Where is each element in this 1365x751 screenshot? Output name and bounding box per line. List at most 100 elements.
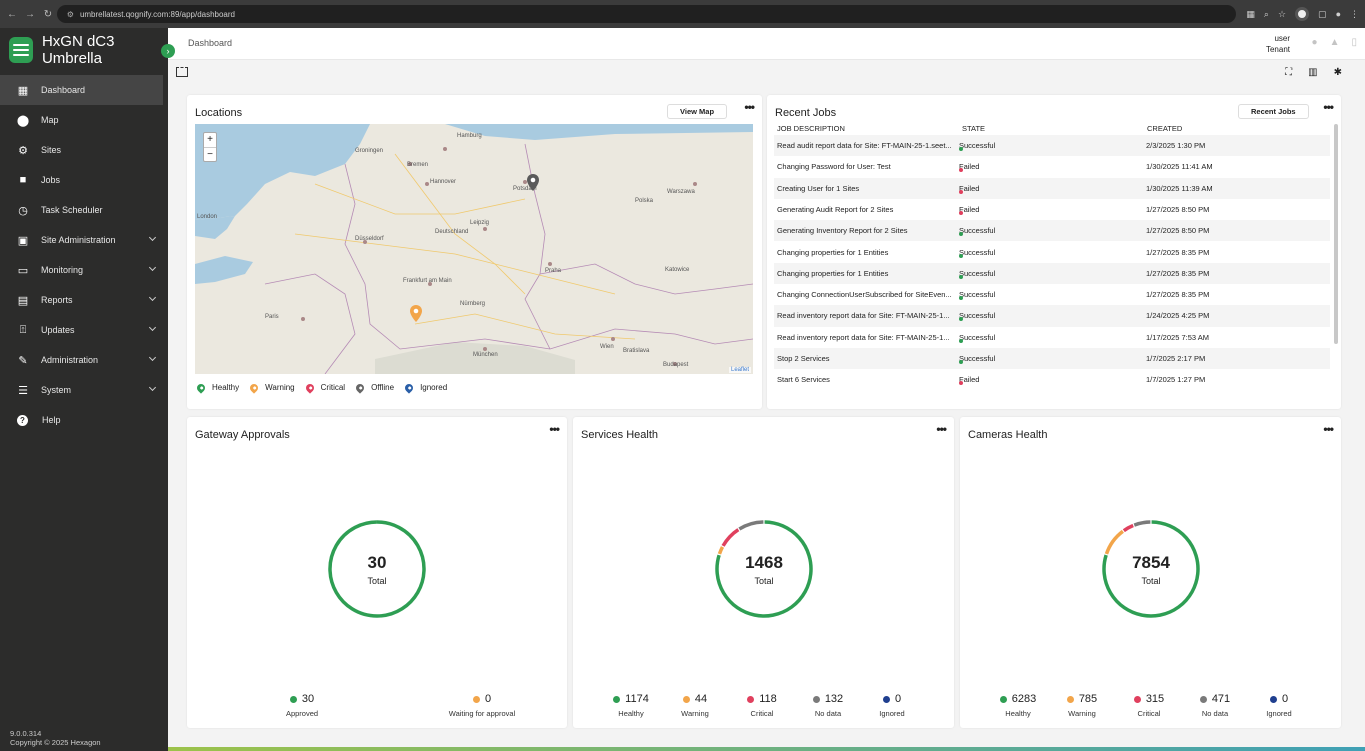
zoom-in-button[interactable]: + <box>204 133 216 147</box>
stat-value-row: 0 <box>1249 693 1309 705</box>
zoom-out-button[interactable]: − <box>204 147 216 161</box>
cameras-stat-healthy[interactable]: 6283 Healthy <box>988 693 1048 718</box>
sidebar-item-jobs[interactable]: ■ Jobs <box>0 165 168 195</box>
reload-icon[interactable]: ↻ <box>42 9 54 20</box>
cameras-more-icon[interactable]: ••• <box>1323 422 1334 436</box>
column-header-state[interactable]: STATE <box>962 124 985 133</box>
layout-icon[interactable]: ▥ <box>1308 67 1317 78</box>
sidebar-item-help[interactable]: ? Help <box>0 405 168 435</box>
column-header-description[interactable]: JOB DESCRIPTION <box>777 124 845 133</box>
sidebar-item-map[interactable]: ⬤ Map <box>0 105 168 135</box>
sidebar-item-site-administration[interactable]: ▣ Site Administration <box>0 225 168 255</box>
briefcase-icon: ■ <box>19 174 27 186</box>
cameras-stat-no-data[interactable]: 471 No data <box>1185 693 1245 718</box>
table-row[interactable]: Start 6 Services Failed 1/7/2025 1:27 PM <box>774 369 1330 390</box>
sidebar-item-sites[interactable]: ⚙ Sites <box>0 135 168 165</box>
cameras-stat-critical[interactable]: 315 Critical <box>1119 693 1179 718</box>
fullscreen-icon[interactable]: ⛶ <box>1285 67 1292 78</box>
table-row[interactable]: Changing ConnectionUserSubscribed for Si… <box>774 284 1330 305</box>
sidebar-collapse-button[interactable]: › <box>161 44 175 58</box>
services-stat-warning[interactable]: 44 Warning <box>665 693 725 718</box>
sidebar-item-reports[interactable]: ▤ Reports <box>0 285 168 315</box>
brand[interactable]: HxGN dC3 Umbrella <box>0 28 168 72</box>
legend-item-critical[interactable]: Critical <box>303 381 345 394</box>
map-pin-icon <box>354 381 366 394</box>
map-attribution[interactable]: Leaflet <box>728 367 751 373</box>
site-info-icon[interactable]: ⚙ <box>67 10 74 19</box>
bell-icon[interactable]: ▲ <box>1330 37 1340 48</box>
settings-gear-icon[interactable]: ✱ <box>1334 67 1342 78</box>
user-menu[interactable]: user Tenant <box>1266 33 1290 55</box>
table-row[interactable]: Generating Inventory Report for 2 Sites S… <box>774 220 1330 242</box>
table-row[interactable]: Read audit report data for Site: FT-MAIN… <box>774 135 1330 157</box>
services-stat-healthy[interactable]: 1174 Healthy <box>601 693 661 718</box>
user-icon[interactable]: ● <box>1312 37 1318 48</box>
legend-item-warning[interactable]: Warning <box>248 381 295 394</box>
table-row[interactable]: Creating User for 1 Sites Failed 1/30/2025… <box>774 177 1330 199</box>
extensions-puzzle-icon[interactable]: ▢ <box>1318 9 1327 20</box>
column-header-created[interactable]: CREATED <box>1147 124 1182 133</box>
table-row[interactable]: Read inventory report data for Site: FT-… <box>774 305 1330 327</box>
back-icon[interactable]: ← <box>6 9 18 20</box>
offline-site-marker-icon[interactable] <box>527 174 539 191</box>
stat-value: 44 <box>694 693 708 705</box>
cameras-stat-warning[interactable]: 785 Warning <box>1052 693 1112 718</box>
legend-item-ignored[interactable]: Ignored <box>403 381 447 394</box>
zoom-icon[interactable]: ⌕ <box>1264 9 1269 20</box>
gateway-stat-waiting-for-approval[interactable]: 0 Waiting for approval <box>427 693 537 718</box>
status-dot-icon <box>472 695 480 703</box>
recent-jobs-button[interactable]: Recent Jobs <box>1238 104 1309 119</box>
sidebar-item-administration[interactable]: ✎ Administration <box>0 345 168 375</box>
locations-more-icon[interactable]: ••• <box>744 100 755 114</box>
sidebar-item-task-scheduler[interactable]: ◷ Task Scheduler <box>0 195 168 225</box>
help-icon: ? <box>17 414 28 426</box>
job-description: Read inventory report data for Site: FT-… <box>777 332 950 342</box>
cameras-stat-ignored[interactable]: 0 Ignored <box>1249 693 1309 718</box>
chevron-down-icon <box>148 383 157 392</box>
jobs-scrollbar[interactable] <box>1334 124 1338 344</box>
services-donut: 1468 Total <box>712 517 816 621</box>
cameras-total-label: Total <box>1141 576 1161 586</box>
user-name: user <box>1274 34 1290 43</box>
stat-value: 0 <box>894 693 902 705</box>
services-stat-no-data[interactable]: 132 No data <box>798 693 858 718</box>
sidebar-item-monitoring[interactable]: ▭ Monitoring <box>0 255 168 285</box>
browser-menu-icon[interactable]: ⋮ <box>1350 9 1359 20</box>
translate-icon[interactable]: ▦ <box>1246 9 1255 20</box>
profile-icon[interactable]: ● <box>1336 9 1341 19</box>
address-bar[interactable]: ⚙ umbrellatest.qognify.com:89/app/dashbo… <box>56 5 1237 23</box>
stat-label: Approved <box>285 709 319 718</box>
forward-icon[interactable]: → <box>24 9 36 20</box>
services-stat-critical[interactable]: 118 Critical <box>732 693 792 718</box>
warning-site-marker-icon[interactable] <box>410 305 422 322</box>
services-stat-ignored[interactable]: 0 Ignored <box>862 693 922 718</box>
stat-label: Ignored <box>1266 709 1292 718</box>
table-row[interactable]: Stop 2 Services Successful 1/7/2025 2:17 P… <box>774 348 1330 370</box>
legend-item-healthy[interactable]: Healthy <box>195 381 239 394</box>
table-row[interactable]: Changing properties for 1 Entities Succes… <box>774 262 1330 285</box>
recent-jobs-more-icon[interactable]: ••• <box>1323 100 1334 114</box>
status-dot-icon <box>959 338 963 343</box>
bookmark-star-icon[interactable]: ☆ <box>1278 9 1286 20</box>
table-row[interactable]: Generating Audit Report for 2 Sites Faile… <box>774 199 1330 220</box>
table-row[interactable]: Changing properties for 1 Entities Succes… <box>774 242 1330 263</box>
sidebar-item-dashboard[interactable]: ▦ Dashboard <box>0 75 163 105</box>
services-more-icon[interactable]: ••• <box>936 422 947 436</box>
cameras-donut: 7854 Total <box>1099 517 1203 621</box>
clipboard-icon[interactable]: ▯ <box>1351 37 1357 48</box>
gateway-more-icon[interactable]: ••• <box>549 422 560 436</box>
map-city-label: Warszawa <box>667 189 695 195</box>
legend-item-offline[interactable]: Offline <box>354 381 394 394</box>
job-state: Failed <box>959 205 979 215</box>
view-map-button[interactable]: View Map <box>667 104 728 119</box>
map-view[interactable]: Hamburg Bremen Groningen Hannover Potsda… <box>195 124 753 374</box>
extension-icon[interactable] <box>1295 7 1310 21</box>
gateway-stat-approved[interactable]: 30 Approved <box>247 693 357 718</box>
job-created: 1/27/2025 8:35 PM <box>1146 268 1210 278</box>
map-tiles <box>195 124 753 374</box>
select-area-icon[interactable] <box>176 67 188 77</box>
sidebar-item-system[interactable]: ☰ System <box>0 375 168 405</box>
table-row[interactable]: Read inventory report data for Site: FT-… <box>774 327 1330 348</box>
sidebar-item-updates[interactable]: ⍐ Updates <box>0 315 168 345</box>
table-row[interactable]: Changing Password for User: Test Failed 1/… <box>774 156 1330 177</box>
